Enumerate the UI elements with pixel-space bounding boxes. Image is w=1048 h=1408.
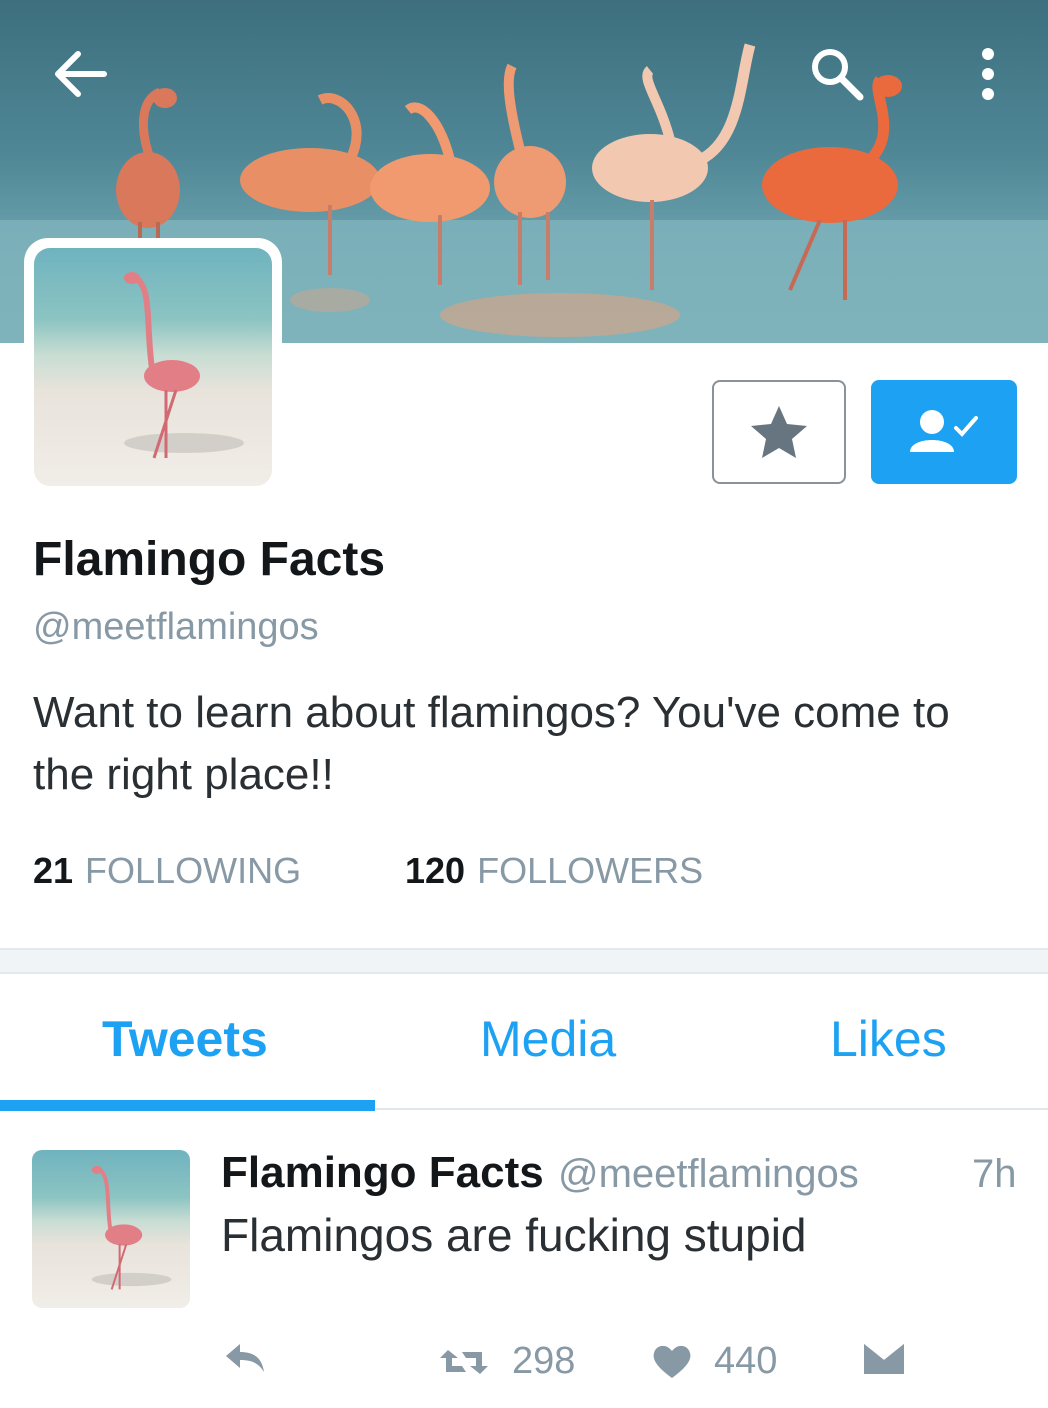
following-stat[interactable]: 21 FOLLOWING xyxy=(33,850,301,892)
followers-stat[interactable]: 120 FOLLOWERS xyxy=(405,850,703,892)
reply-icon xyxy=(226,1344,264,1372)
followers-label: FOLLOWERS xyxy=(477,850,704,891)
envelope-icon xyxy=(863,1340,905,1374)
search-icon[interactable] xyxy=(808,45,866,103)
profile-handle: @meetflamingos xyxy=(33,606,319,648)
following-count: 21 xyxy=(33,850,74,891)
active-tab-indicator xyxy=(0,1100,375,1111)
profile-display-name: Flamingo Facts xyxy=(33,533,386,586)
tab-media[interactable]: Media xyxy=(480,1010,616,1068)
tweet-author-name[interactable]: Flamingo Facts xyxy=(221,1148,544,1198)
like-button[interactable]: 440 xyxy=(652,1340,777,1383)
following-button[interactable] xyxy=(871,380,1017,484)
tweet-author-avatar[interactable] xyxy=(32,1150,190,1308)
tweet-author-handle[interactable]: @meetflamingos xyxy=(558,1152,859,1197)
followers-count: 120 xyxy=(405,850,466,891)
flamingo-avatar-image xyxy=(34,248,272,486)
like-count: 440 xyxy=(714,1340,778,1382)
tab-divider xyxy=(375,1108,1048,1110)
section-separator xyxy=(0,948,1048,974)
person-check-icon xyxy=(910,410,978,452)
star-icon xyxy=(751,406,807,458)
heart-icon xyxy=(653,1345,691,1378)
flamingo-avatar-image xyxy=(32,1150,190,1308)
direct-message-button[interactable] xyxy=(862,1340,906,1376)
tab-tweets[interactable]: Tweets xyxy=(102,1010,268,1068)
favorite-button[interactable] xyxy=(712,380,846,484)
tweet-timestamp: 7h xyxy=(972,1152,1017,1196)
following-label: FOLLOWING xyxy=(85,850,302,891)
profile-bio: Want to learn about flamingos? You've co… xyxy=(33,688,950,799)
retweet-button[interactable]: 298 xyxy=(438,1340,575,1383)
tab-likes[interactable]: Likes xyxy=(830,1010,947,1068)
retweet-icon xyxy=(440,1349,488,1374)
more-vertical-icon[interactable] xyxy=(970,44,1006,104)
profile-avatar[interactable] xyxy=(24,238,282,496)
back-arrow-icon[interactable] xyxy=(50,48,110,100)
tweet-text: Flamingos are fucking stupid xyxy=(221,1209,807,1261)
reply-button[interactable] xyxy=(222,1340,266,1376)
retweet-count: 298 xyxy=(512,1340,576,1382)
